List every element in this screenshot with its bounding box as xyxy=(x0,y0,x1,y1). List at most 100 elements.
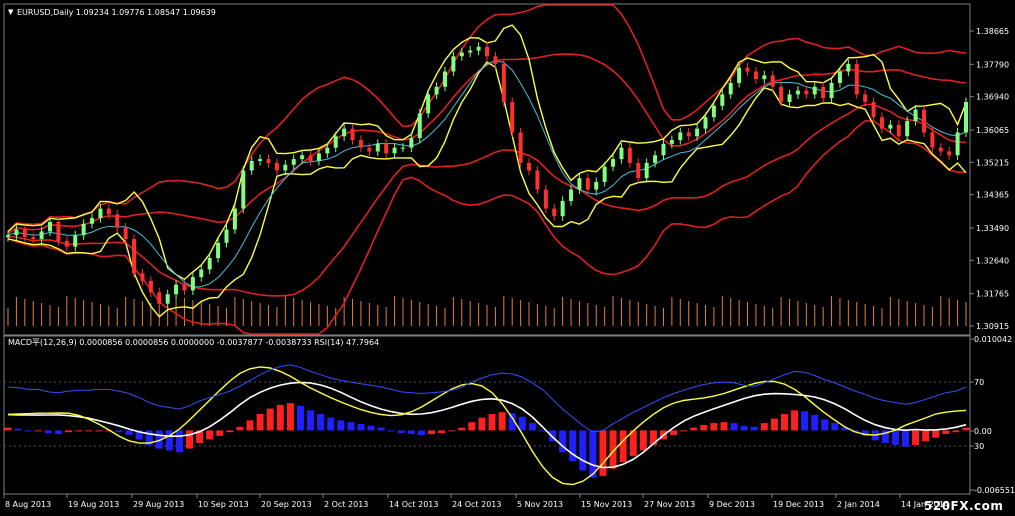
candle-body xyxy=(821,86,826,99)
candle-body xyxy=(560,200,565,217)
candle-body xyxy=(703,117,708,129)
date-tick-label: 8 Aug 2013 xyxy=(5,500,51,509)
macd-bar xyxy=(750,426,758,431)
macd-bar xyxy=(488,414,496,431)
date-tick-label: 15 Nov 2013 xyxy=(581,500,632,509)
candle-body xyxy=(157,292,162,304)
candle-body xyxy=(921,109,926,133)
candle-body xyxy=(148,280,153,293)
candle-body xyxy=(342,128,347,137)
macd-bar xyxy=(901,430,909,447)
macd-bar xyxy=(236,426,244,431)
macd-bar xyxy=(710,423,718,431)
candle-body xyxy=(333,136,338,148)
indicator-tick-label: 70 xyxy=(974,378,984,387)
candle-body xyxy=(896,124,901,137)
candle-body xyxy=(636,162,641,179)
date-tick-label: 24 Oct 2013 xyxy=(452,500,501,509)
candle-body xyxy=(518,132,523,163)
macd-bar xyxy=(962,427,970,431)
candle-body xyxy=(409,138,414,148)
candle-body xyxy=(644,162,649,179)
macd-bar xyxy=(821,419,829,431)
macd-bar xyxy=(256,414,264,431)
candle-body xyxy=(770,75,775,87)
candle-body xyxy=(300,155,305,160)
candle-body xyxy=(384,143,389,154)
candle-body xyxy=(132,239,137,274)
candle-body xyxy=(678,132,683,141)
date-tick-label: 14 Oct 2013 xyxy=(389,500,438,509)
candle-body xyxy=(552,208,557,217)
candle-body xyxy=(510,101,515,133)
macd-bar xyxy=(125,430,133,435)
candle-body xyxy=(661,143,666,156)
macd-bar xyxy=(538,430,546,432)
date-tick-label: 5 Nov 2013 xyxy=(517,500,563,509)
macd-bar xyxy=(912,430,920,445)
macd-bar xyxy=(85,430,93,432)
macd-bar xyxy=(407,430,415,435)
macd-bar xyxy=(206,430,214,440)
candle-body xyxy=(442,71,447,87)
candle-body xyxy=(585,178,590,190)
candle-body xyxy=(274,162,279,171)
price-tick-label: 1.32640 xyxy=(976,256,1009,265)
date-tick-label: 2 Oct 2013 xyxy=(324,500,368,509)
candle-body xyxy=(216,242,221,259)
candle-body xyxy=(325,147,330,154)
date-tick-label: 20 Sep 2013 xyxy=(261,500,312,509)
candle-body xyxy=(291,159,296,165)
macd-bar xyxy=(327,417,335,431)
macd-bar xyxy=(44,430,52,434)
candle-body xyxy=(375,143,380,152)
candle-body xyxy=(283,164,288,171)
macd-bar xyxy=(952,430,960,433)
candle-body xyxy=(190,277,195,291)
date-tick-label: 29 Aug 2013 xyxy=(133,500,184,509)
candle-body xyxy=(594,181,599,190)
price-tick-label: 1.30915 xyxy=(976,322,1009,331)
macd-bar xyxy=(75,430,83,432)
candle-body xyxy=(879,117,884,129)
candle-body xyxy=(174,284,179,295)
candle-body xyxy=(90,218,95,224)
macd-bar xyxy=(317,414,325,431)
candle-body xyxy=(316,153,321,161)
candle-body xyxy=(871,101,876,118)
candle-body xyxy=(199,269,204,278)
candle-body xyxy=(350,128,355,141)
lower-bollinger-inner xyxy=(7,103,967,297)
candle-body xyxy=(39,231,44,240)
candle-body xyxy=(812,86,817,95)
price-tick-label: 1.37790 xyxy=(976,60,1009,69)
candle-body xyxy=(846,63,851,72)
macd-bar xyxy=(831,423,839,431)
chart-canvas: 1.38665 1.37790 1.36940 1.36065 1.35215 1.343… xyxy=(3,3,1015,509)
symbol-label: EURUSD,Daily xyxy=(17,8,74,17)
candle-body xyxy=(106,208,111,215)
candle-body xyxy=(728,82,733,95)
candle-body xyxy=(795,90,800,95)
macd-bar xyxy=(357,424,365,431)
indicator-tick-label: 0.010042 xyxy=(974,335,1012,344)
candle-body xyxy=(140,273,145,281)
candle-body xyxy=(804,90,809,95)
candle-body xyxy=(947,151,952,156)
candle-body xyxy=(451,56,456,72)
candle-body xyxy=(938,147,943,152)
candle-body xyxy=(695,128,700,137)
candle-body xyxy=(527,162,532,171)
macd-bar xyxy=(811,414,819,431)
candle-body xyxy=(745,67,750,72)
macd-bar xyxy=(579,430,587,471)
title-dropdown-icon[interactable]: ▼ xyxy=(8,8,13,16)
macd-bar xyxy=(4,427,12,431)
macd-bar xyxy=(932,430,940,438)
candle-body xyxy=(485,46,489,57)
macd-bar xyxy=(740,425,748,431)
macd-bar xyxy=(266,408,274,431)
candle-body xyxy=(64,240,69,247)
candle-body xyxy=(905,121,910,137)
lower-envelope xyxy=(7,61,967,318)
